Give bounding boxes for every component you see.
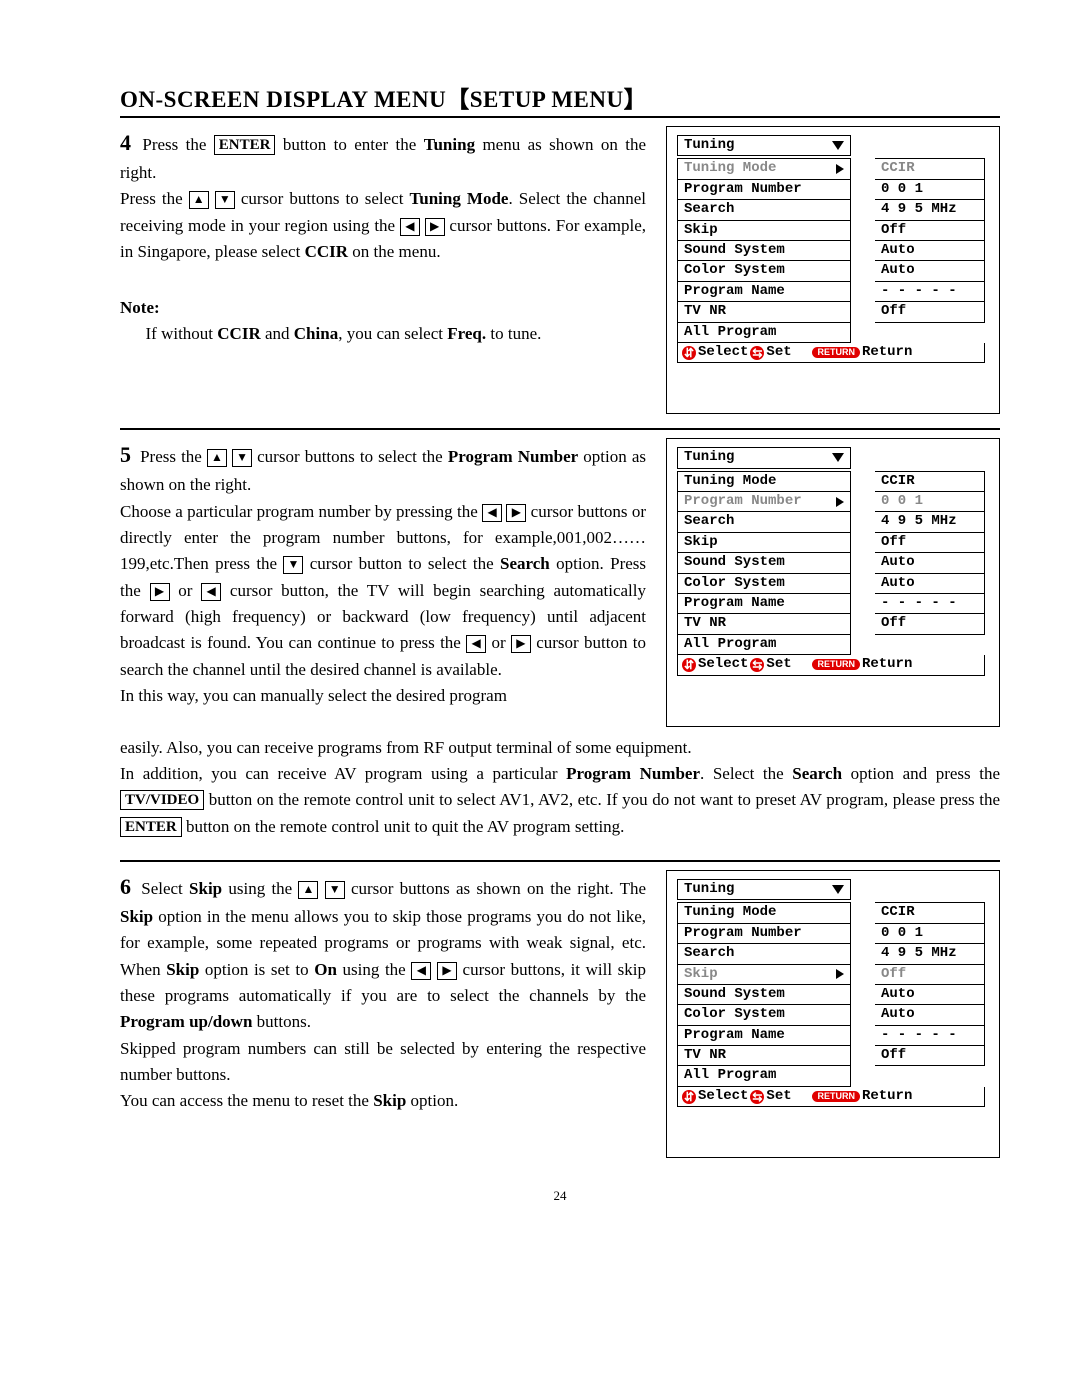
- osd-title: Tuning: [684, 450, 734, 465]
- down-icon: ▼: [325, 881, 345, 899]
- osd-title: Tuning: [684, 138, 734, 153]
- right-icon: ▶: [506, 504, 526, 522]
- left-icon: ◀: [201, 583, 221, 601]
- return-pill: RETURN: [812, 659, 860, 670]
- right-icon: ▶: [437, 962, 457, 980]
- enter-key: ENTER: [214, 135, 276, 155]
- osd-footer: ⇵Select ⇆Set RETURNReturn: [677, 655, 985, 675]
- select-icon: ⇵: [682, 346, 696, 360]
- select-icon: ⇵: [682, 658, 696, 672]
- osd-footer: ⇵Select ⇆Set RETURNReturn: [677, 1087, 985, 1107]
- down-icon: ▼: [283, 556, 303, 574]
- step-number: 6: [120, 874, 131, 899]
- down-icon: ▼: [232, 449, 252, 467]
- step-4: 4 Press the ENTER button to enter the Tu…: [120, 126, 1000, 414]
- page-title: ON-SCREEN DISPLAY MENU【SETUP MENU】: [120, 80, 1000, 114]
- set-icon: ⇆: [750, 1090, 764, 1104]
- up-icon: ▲: [298, 881, 318, 899]
- set-icon: ⇆: [750, 346, 764, 360]
- step-number: 5: [120, 442, 131, 467]
- chevron-right-icon: [836, 969, 844, 979]
- set-icon: ⇆: [750, 658, 764, 672]
- left-icon: ◀: [400, 218, 420, 236]
- page-number: 24: [120, 1188, 1000, 1204]
- step-5: 5 Press the ▲ ▼ cursor buttons to select…: [120, 438, 1000, 726]
- up-icon: ▲: [207, 449, 227, 467]
- step-5-continued: easily. Also, you can receive programs f…: [120, 735, 1000, 840]
- osd-footer: ⇵Select ⇆Set RETURNReturn: [677, 343, 985, 363]
- down-icon: ▼: [215, 191, 235, 209]
- step-5-text: 5 Press the ▲ ▼ cursor buttons to select…: [120, 438, 646, 709]
- right-icon: ▶: [511, 635, 531, 653]
- step-number: 4: [120, 130, 131, 155]
- divider: [120, 428, 1000, 430]
- chevron-down-icon: [832, 885, 844, 894]
- chevron-down-icon: [832, 453, 844, 462]
- osd-tuning-1: Tuning Tuning ModeCCIR Program Number0 0…: [666, 126, 1000, 414]
- enter-key: ENTER: [120, 817, 182, 837]
- chevron-down-icon: [832, 141, 844, 150]
- left-icon: ◀: [411, 962, 431, 980]
- title-divider: [120, 116, 1000, 118]
- note-label: Note:: [120, 298, 160, 317]
- osd-tuning-2: Tuning Tuning ModeCCIR Program Number0 0…: [666, 438, 1000, 726]
- step-6: 6 Select Skip using the ▲ ▼ cursor butto…: [120, 870, 1000, 1158]
- right-icon: ▶: [425, 218, 445, 236]
- step-6-text: 6 Select Skip using the ▲ ▼ cursor butto…: [120, 870, 646, 1115]
- return-pill: RETURN: [812, 1091, 860, 1102]
- chevron-right-icon: [836, 497, 844, 507]
- up-icon: ▲: [189, 191, 209, 209]
- left-icon: ◀: [466, 635, 486, 653]
- chevron-right-icon: [836, 164, 844, 174]
- osd-title: Tuning: [684, 882, 734, 897]
- step-4-text: 4 Press the ENTER button to enter the Tu…: [120, 126, 646, 346]
- tvvideo-key: TV/VIDEO: [120, 790, 204, 810]
- left-icon: ◀: [482, 504, 502, 522]
- right-icon: ▶: [150, 583, 170, 601]
- divider: [120, 860, 1000, 862]
- select-icon: ⇵: [682, 1090, 696, 1104]
- osd-tuning-3: Tuning Tuning ModeCCIR Program Number0 0…: [666, 870, 1000, 1158]
- return-pill: RETURN: [812, 347, 860, 358]
